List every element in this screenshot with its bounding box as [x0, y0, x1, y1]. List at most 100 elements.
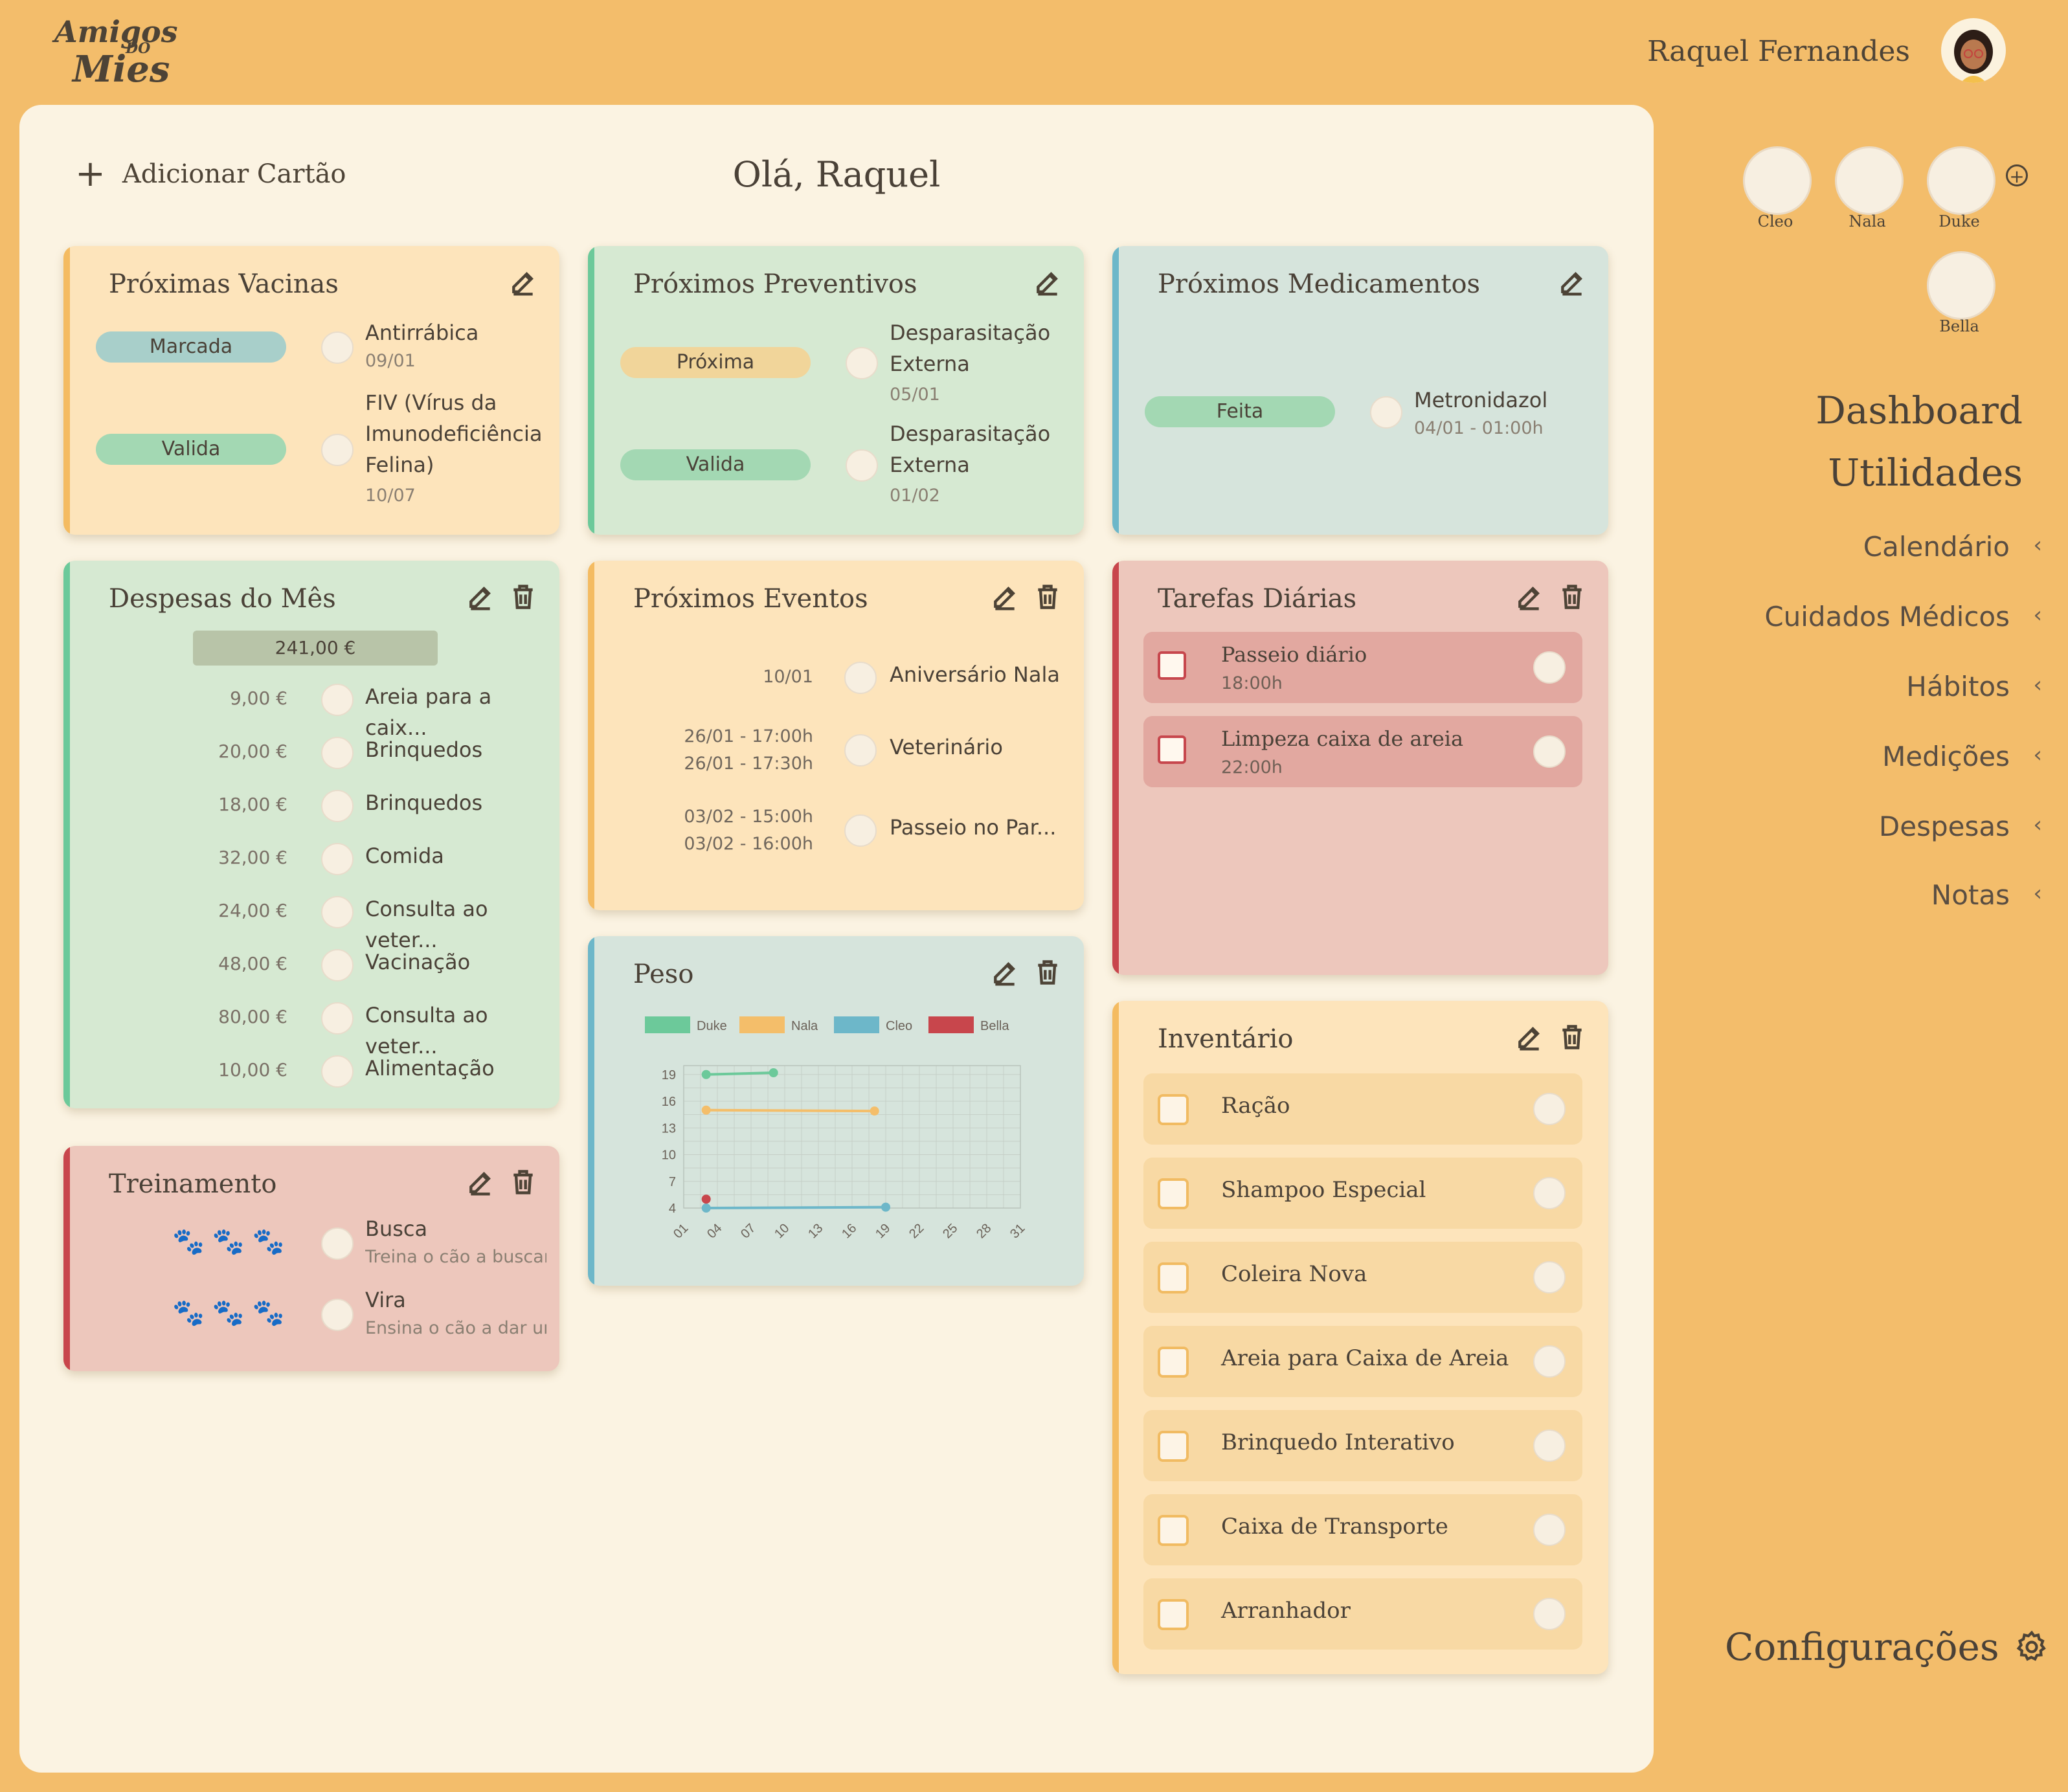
delete-button[interactable]: [509, 1168, 541, 1200]
delete-button[interactable]: [1558, 583, 1590, 615]
cat-cleo-icon[interactable]: [1743, 146, 1812, 215]
inventory-checkbox[interactable]: [1158, 1431, 1189, 1462]
edit-button[interactable]: [1515, 583, 1547, 615]
nav-item-cuidados-medicos[interactable]: Cuidados Médicos ‹: [1764, 601, 2042, 633]
pet-name: Duke: [1939, 212, 1980, 230]
user-name[interactable]: Raquel Fernandes: [1647, 35, 1910, 68]
x-tick-label: 28: [974, 1221, 994, 1241]
task-item[interactable]: Limpeza caixa de areia 22:00h: [1143, 716, 1582, 787]
legend-swatch: [645, 1016, 690, 1033]
dog-duke-icon: [1533, 1261, 1566, 1294]
inventory-checkbox[interactable]: [1158, 1094, 1189, 1125]
inventory-label: Ração: [1221, 1093, 1290, 1119]
delete-button[interactable]: [509, 583, 541, 615]
inventory-checkbox[interactable]: [1158, 1262, 1189, 1294]
card-title: Peso: [633, 959, 694, 989]
pencil-icon: [994, 587, 1015, 610]
nav-item-calendario[interactable]: Calendário ‹: [1863, 531, 2042, 563]
expense-value: 48,00 €: [218, 953, 287, 974]
dog-nala-icon: [1533, 1429, 1566, 1462]
inventory-checkbox[interactable]: [1158, 1347, 1189, 1378]
preventive-date: 05/01: [890, 385, 940, 405]
inventory-checkbox[interactable]: [1158, 1178, 1189, 1209]
edit-button[interactable]: [991, 958, 1023, 991]
nav-dashboard[interactable]: Dashboard: [1815, 388, 2023, 432]
pencil-icon: [1518, 587, 1540, 610]
add-pet-button[interactable]: +: [2006, 164, 2028, 187]
weight-chart: Duke Nala Cleo Bella 4 7 10 13 16 19 01 04 07 10 13 16 1…: [645, 1016, 1028, 1241]
x-tick-label: 01: [671, 1221, 691, 1241]
inventory-label: Brinquedo Interativo: [1221, 1429, 1455, 1455]
x-tick-label: 07: [738, 1221, 758, 1241]
inventory-item[interactable]: Coleira Nova: [1143, 1242, 1582, 1313]
edit-button[interactable]: [466, 1168, 499, 1200]
cat-bella-icon[interactable]: [1927, 251, 1995, 320]
inventory-checkbox[interactable]: [1158, 1515, 1189, 1546]
status-badge: Próxima: [620, 347, 811, 378]
event-label: Veterinário: [890, 735, 1003, 759]
inventory-item[interactable]: Ração: [1143, 1073, 1582, 1145]
pencil-icon: [512, 272, 534, 296]
delete-button[interactable]: [1558, 1023, 1590, 1055]
inventory-item[interactable]: Shampoo Especial: [1143, 1158, 1582, 1229]
nav-item-habitos[interactable]: Hábitos ‹: [1906, 671, 2042, 702]
dog-nala-icon[interactable]: [1835, 146, 1904, 215]
user-avatar[interactable]: [1941, 18, 2006, 83]
card-accent-bar: [63, 246, 70, 535]
expense-label: Brinquedos: [365, 790, 483, 815]
trash-icon: [1038, 960, 1057, 985]
expense-value: 18,00 €: [218, 794, 287, 815]
event-label: Aniversário Nala: [890, 662, 1060, 687]
card-treinamento: Treinamento 🐾🐾🐾 Busca Treina o cão a bus…: [63, 1146, 559, 1371]
dog-duke-icon[interactable]: [1927, 146, 1995, 215]
status-badge: Feita: [1145, 396, 1335, 427]
edit-button[interactable]: [466, 583, 499, 615]
delete-button[interactable]: [1033, 583, 1066, 615]
legend-swatch: [928, 1016, 974, 1033]
trash-icon: [1562, 1025, 1582, 1049]
nav-item-medicoes[interactable]: Medições ‹: [1882, 741, 2042, 772]
card-accent-bar: [63, 1146, 70, 1371]
edit-button[interactable]: [1515, 1023, 1547, 1055]
data-point: [870, 1106, 879, 1116]
inventory-label: Shampoo Especial: [1221, 1177, 1426, 1203]
expense-label: Alimentação: [365, 1056, 495, 1081]
data-point: [701, 1070, 711, 1079]
nav-utilidades[interactable]: Utilidades: [1828, 451, 2023, 495]
task-checkbox[interactable]: [1158, 651, 1186, 680]
pet-name: Nala: [1849, 212, 1886, 230]
edit-button[interactable]: [1558, 268, 1590, 300]
dog-duke-icon: [321, 1299, 354, 1331]
dog-nala-icon: [321, 949, 354, 981]
edit-button[interactable]: [1033, 268, 1066, 300]
card-vacinas: Próximas Vacinas Marcada Antirrábica 09/…: [63, 246, 559, 535]
x-tick-label: 04: [704, 1221, 725, 1241]
series-line: [706, 1205, 886, 1209]
dog-duke-icon: [1533, 1093, 1566, 1125]
trash-icon: [1562, 585, 1582, 609]
settings-button[interactable]: Configurações: [1725, 1625, 2050, 1669]
task-time: 18:00h: [1221, 673, 1283, 693]
card-title: Inventário: [1158, 1024, 1294, 1054]
app-logo[interactable]: Amigos DO Mies: [54, 14, 178, 91]
edit-button[interactable]: [509, 268, 541, 300]
task-checkbox[interactable]: [1158, 735, 1186, 764]
edit-button[interactable]: [991, 583, 1023, 615]
inventory-checkbox[interactable]: [1158, 1599, 1189, 1630]
nav-item-despesas[interactable]: Despesas ‹: [1879, 811, 2042, 842]
vaccine-name: Antirrábica: [365, 320, 479, 345]
card-inventario: Inventário Ração Shampoo Especial Coleir…: [1112, 1001, 1608, 1674]
data-point: [881, 1202, 890, 1212]
delete-button[interactable]: [1033, 958, 1066, 991]
dashboard-panel: + Adicionar Cartão Olá, Raquel Próximas …: [19, 105, 1654, 1773]
expense-value: 9,00 €: [229, 688, 287, 709]
card-medicamentos: Próximos Medicamentos Feita Metronidazol…: [1112, 246, 1608, 535]
inventory-item[interactable]: Arranhador: [1143, 1578, 1582, 1650]
data-point: [701, 1105, 711, 1115]
task-item[interactable]: Passeio diário 18:00h: [1143, 632, 1582, 703]
inventory-item[interactable]: Brinquedo Interativo: [1143, 1410, 1582, 1481]
expense-label: Comida: [365, 844, 444, 868]
inventory-item[interactable]: Caixa de Transporte: [1143, 1494, 1582, 1565]
inventory-item[interactable]: Areia para Caixa de Areia: [1143, 1326, 1582, 1397]
nav-item-notas[interactable]: Notas ‹: [1931, 879, 2042, 911]
